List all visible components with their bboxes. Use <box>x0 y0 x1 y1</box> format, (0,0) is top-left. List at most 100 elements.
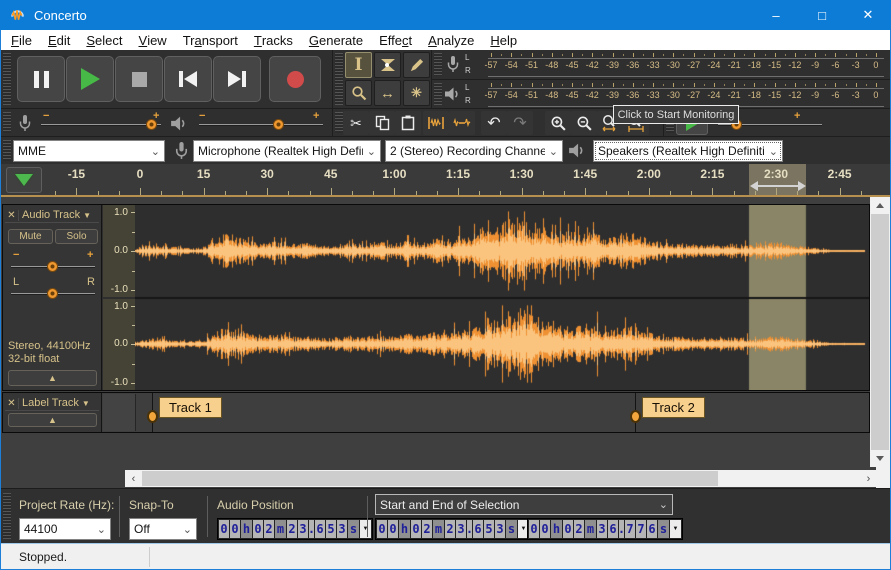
skip-to-end-button[interactable] <box>213 56 261 102</box>
toolbar-grip[interactable] <box>434 83 442 105</box>
pan-slider-thumb[interactable] <box>47 288 58 299</box>
time-digit[interactable]: 6 <box>647 520 657 538</box>
recording-device-select[interactable]: Microphone (Realtek High Defini⌄ <box>193 140 381 162</box>
record-button[interactable] <box>269 56 321 102</box>
recording-volume-thumb[interactable] <box>146 119 157 130</box>
time-digit[interactable]: h <box>399 520 410 538</box>
time-digit[interactable]: . <box>309 520 314 538</box>
scroll-right-button[interactable]: › <box>860 470 877 487</box>
vertical-scrollbar[interactable] <box>870 197 890 467</box>
time-digit[interactable]: 0 <box>253 520 263 538</box>
pinned-play-head-button[interactable] <box>6 167 42 193</box>
zoom-out-button[interactable] <box>571 111 597 135</box>
zoom-tool-button[interactable] <box>345 80 372 106</box>
time-digit[interactable]: 0 <box>411 520 421 538</box>
time-digit[interactable]: 6 <box>608 520 618 538</box>
time-digit[interactable]: 7 <box>636 520 646 538</box>
selection-end-field[interactable]: 00h02m36.776s▼ <box>527 518 683 540</box>
time-digit[interactable]: 6 <box>473 520 483 538</box>
menu-transport[interactable]: Transport <box>175 30 246 50</box>
track-menu-icon[interactable]: ▼ <box>82 399 90 408</box>
vertical-ruler-left-channel[interactable]: 1.0 0.0 -1.0 <box>103 205 136 297</box>
time-digit[interactable]: 3 <box>597 520 607 538</box>
timeline-ruler[interactable]: -1501530451:001:151:301:452:002:152:302:… <box>1 164 890 197</box>
time-digit[interactable]: 0 <box>230 520 240 538</box>
audio-host-select[interactable]: MME⌄ <box>13 140 165 162</box>
trim-audio-button[interactable] <box>423 111 449 135</box>
multi-tool-button[interactable]: ✳ <box>403 80 430 106</box>
recording-meter[interactable]: L R -57-54-51-48-45-42-39-36-33-30-27-24… <box>431 50 890 79</box>
time-digit[interactable]: 2 <box>445 520 455 538</box>
pause-button[interactable] <box>17 56 65 102</box>
snap-to-select[interactable]: Off⌄ <box>129 518 197 540</box>
close-track-button[interactable]: ✕ <box>5 398 19 409</box>
selection-tool-button[interactable]: I <box>345 52 372 78</box>
menu-tracks[interactable]: Tracks <box>246 30 301 50</box>
playback-meter[interactable]: L R -57-54-51-48-45-42-39-36-33-30-27-24… <box>431 79 890 108</box>
horizontal-scrollbar[interactable]: ‹ › <box>125 470 877 487</box>
cut-button[interactable]: ✂ <box>343 111 369 135</box>
toolbar-grip[interactable] <box>3 140 11 161</box>
skip-to-start-button[interactable] <box>164 56 212 102</box>
silence-audio-button[interactable] <box>449 111 475 135</box>
menu-generate[interactable]: Generate <box>301 30 371 50</box>
stop-button[interactable] <box>115 56 163 102</box>
toolbar-grip[interactable] <box>3 112 11 133</box>
menu-file[interactable]: File <box>3 30 40 50</box>
time-digit[interactable]: . <box>467 520 472 538</box>
paste-button[interactable] <box>395 111 421 135</box>
selection-range-mode-select[interactable]: Start and End of Selection⌄ <box>375 494 673 515</box>
project-rate-select[interactable]: 44100⌄ <box>19 518 111 540</box>
scroll-left-button[interactable]: ‹ <box>125 470 142 487</box>
time-digit[interactable]: 3 <box>298 520 308 538</box>
time-digit[interactable]: 0 <box>219 520 229 538</box>
solo-button[interactable]: Solo <box>55 229 98 244</box>
menu-analyze[interactable]: Analyze <box>420 30 482 50</box>
label-text[interactable]: Track 1 <box>159 397 222 418</box>
time-digit[interactable]: m <box>585 520 596 538</box>
time-digit[interactable]: 3 <box>495 520 505 538</box>
time-digit[interactable]: . <box>619 520 624 538</box>
scroll-down-button[interactable] <box>870 450 890 467</box>
time-digit[interactable]: s <box>348 520 359 538</box>
menu-select[interactable]: Select <box>78 30 130 50</box>
draw-tool-button[interactable] <box>403 52 430 78</box>
time-digit[interactable]: 5 <box>484 520 494 538</box>
vertical-scroll-thumb[interactable] <box>871 214 889 450</box>
envelope-tool-button[interactable] <box>374 52 401 78</box>
time-field-dropdown-icon[interactable]: ▼ <box>670 520 681 538</box>
minimize-button[interactable]: – <box>753 0 799 30</box>
collapse-track-button[interactable]: ▲ <box>8 370 97 386</box>
playback-volume-slider[interactable] <box>199 124 323 126</box>
scroll-up-button[interactable] <box>870 197 890 214</box>
mute-button[interactable]: Mute <box>8 229 53 244</box>
close-track-button[interactable]: ✕ <box>5 210 19 221</box>
time-digit[interactable]: s <box>506 520 517 538</box>
toolbar-grip[interactable] <box>3 493 11 539</box>
time-field-dropdown-icon[interactable]: ▼ <box>360 520 371 538</box>
toolbar-grip[interactable] <box>3 53 11 105</box>
time-digit[interactable]: h <box>551 520 562 538</box>
playback-volume-thumb[interactable] <box>273 119 284 130</box>
label-marker-icon[interactable] <box>147 410 158 423</box>
time-digit[interactable]: h <box>241 520 252 538</box>
zoom-in-button[interactable] <box>545 111 571 135</box>
toolbar-grip[interactable] <box>335 53 343 105</box>
audio-position-field[interactable]: 00h02m23.653s▼ <box>217 518 373 540</box>
time-digit[interactable]: 2 <box>287 520 297 538</box>
time-digit[interactable]: 3 <box>337 520 347 538</box>
copy-button[interactable] <box>369 111 395 135</box>
playback-device-select[interactable]: Speakers (Realtek High Definiti⌄ <box>593 140 783 162</box>
selection-drag-arrow[interactable] <box>757 185 798 187</box>
selection-start-field[interactable]: 00h02m23.653s▼ <box>375 518 531 540</box>
time-digit[interactable]: 2 <box>574 520 584 538</box>
track-menu-icon[interactable]: ▼ <box>83 211 91 220</box>
time-digit[interactable]: 2 <box>422 520 432 538</box>
label-marker-icon[interactable] <box>630 410 641 423</box>
vertical-ruler-right-channel[interactable]: 1.0 0.0 -1.0 <box>103 299 136 390</box>
toolbar-grip[interactable] <box>434 53 442 76</box>
time-digit[interactable]: 7 <box>625 520 635 538</box>
time-digit[interactable]: 2 <box>264 520 274 538</box>
time-digit[interactable]: m <box>433 520 444 538</box>
menu-help[interactable]: Help <box>482 30 525 50</box>
